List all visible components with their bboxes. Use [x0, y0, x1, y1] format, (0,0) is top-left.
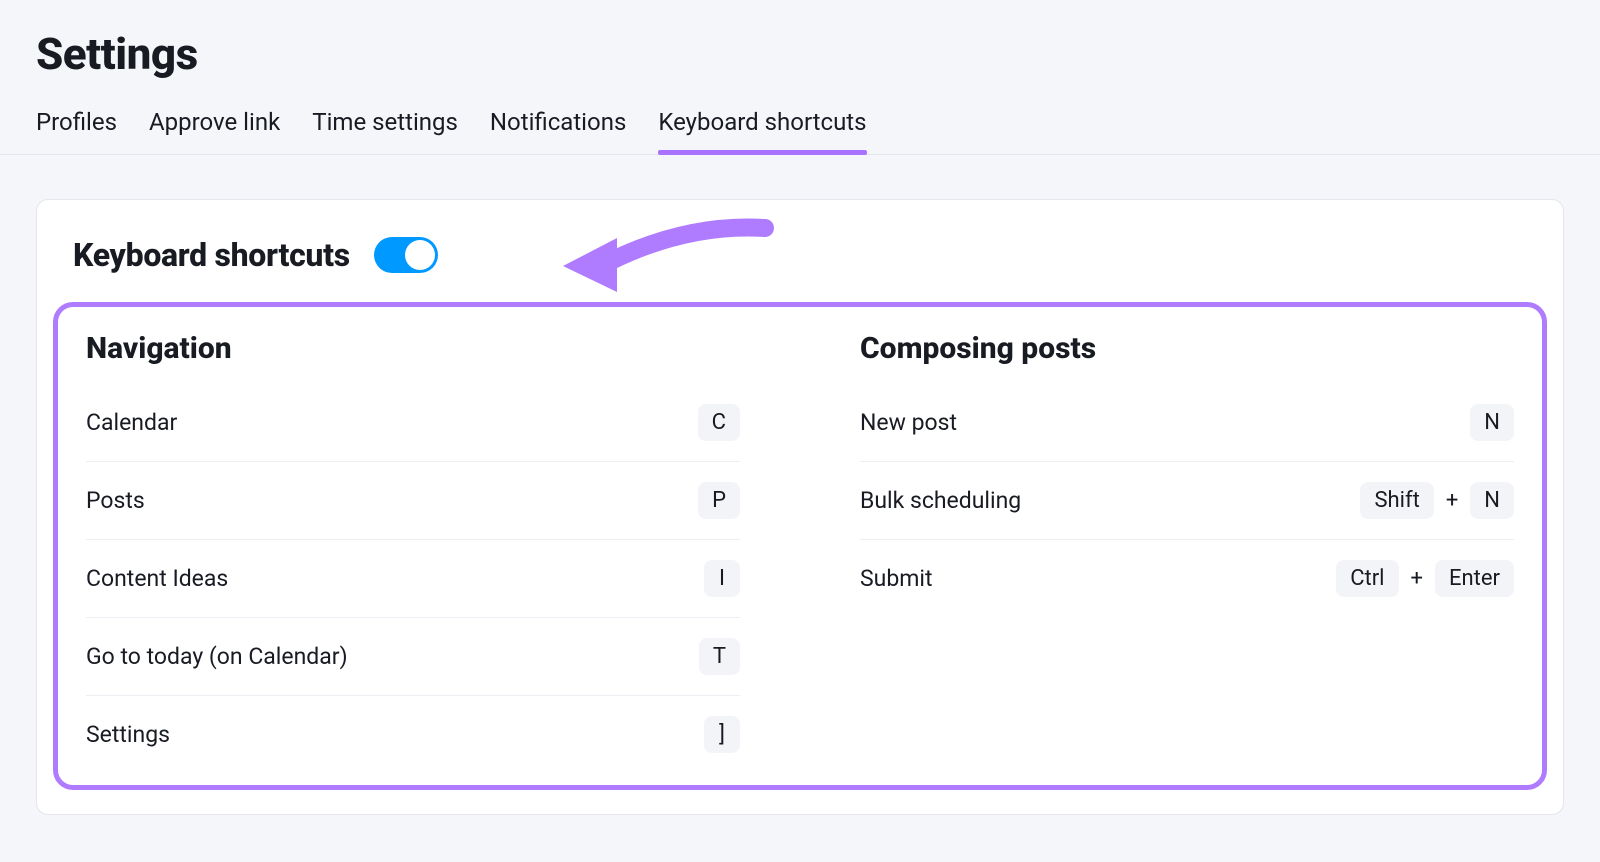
shortcuts-columns: Navigation Calendar C Posts P [86, 331, 1514, 773]
key-plus: + [1446, 488, 1458, 513]
keyboard-shortcuts-toggle[interactable] [374, 237, 438, 273]
shortcut-keys: I [704, 560, 740, 597]
key-badge: C [698, 404, 740, 441]
shortcut-row: Bulk scheduling Shift + N [860, 462, 1514, 540]
key-badge: ] [704, 716, 740, 753]
key-badge: I [704, 560, 740, 597]
key-badge: T [699, 638, 740, 675]
card-header: Keyboard shortcuts [73, 236, 1527, 274]
shortcut-label: Submit [860, 565, 933, 592]
shortcut-keys: Shift + N [1360, 482, 1514, 519]
composing-section: Composing posts New post N Bulk scheduli… [860, 331, 1514, 773]
key-badge: P [698, 482, 740, 519]
card-title: Keyboard shortcuts [73, 236, 350, 274]
shortcut-row: New post N [860, 384, 1514, 462]
shortcut-row: Calendar C [86, 384, 740, 462]
shortcut-row: Settings ] [86, 696, 740, 773]
shortcut-row: Content Ideas I [86, 540, 740, 618]
key-badge: N [1470, 404, 1514, 441]
shortcut-label: Calendar [86, 409, 177, 436]
shortcut-label: Posts [86, 487, 145, 514]
key-badge: N [1470, 482, 1514, 519]
tab-notifications[interactable]: Notifications [490, 108, 626, 154]
shortcut-label: New post [860, 409, 957, 436]
settings-tabs: Profiles Approve link Time settings Noti… [0, 108, 1600, 155]
composing-heading: Composing posts [860, 331, 1514, 366]
shortcut-keys: ] [704, 716, 740, 753]
annotation-arrow-icon [545, 218, 775, 298]
shortcut-keys: N [1470, 404, 1514, 441]
key-plus: + [1411, 566, 1423, 591]
shortcut-keys: T [699, 638, 740, 675]
navigation-section: Navigation Calendar C Posts P [86, 331, 740, 773]
shortcut-label: Bulk scheduling [860, 487, 1021, 514]
key-badge: Shift [1360, 482, 1433, 519]
shortcut-label: Content Ideas [86, 565, 228, 592]
shortcut-keys: P [698, 482, 740, 519]
shortcuts-highlight-box: Navigation Calendar C Posts P [53, 302, 1547, 790]
navigation-heading: Navigation [86, 331, 740, 366]
shortcut-keys: C [698, 404, 740, 441]
tab-approve-link[interactable]: Approve link [149, 108, 280, 154]
shortcut-row: Posts P [86, 462, 740, 540]
key-badge: Ctrl [1336, 560, 1398, 597]
key-badge: Enter [1435, 560, 1514, 597]
tab-keyboard-shortcuts[interactable]: Keyboard shortcuts [658, 108, 866, 154]
keyboard-shortcuts-card: Keyboard shortcuts Navigation Calendar C [36, 199, 1564, 815]
settings-page: Settings Profiles Approve link Time sett… [0, 0, 1600, 851]
shortcut-label: Settings [86, 721, 170, 748]
shortcut-row: Go to today (on Calendar) T [86, 618, 740, 696]
tab-time-settings[interactable]: Time settings [312, 108, 458, 154]
toggle-knob [405, 240, 435, 270]
shortcut-keys: Ctrl + Enter [1336, 560, 1514, 597]
tab-profiles[interactable]: Profiles [36, 108, 117, 154]
shortcut-label: Go to today (on Calendar) [86, 643, 348, 670]
page-title: Settings [36, 28, 1564, 80]
shortcut-row: Submit Ctrl + Enter [860, 540, 1514, 617]
